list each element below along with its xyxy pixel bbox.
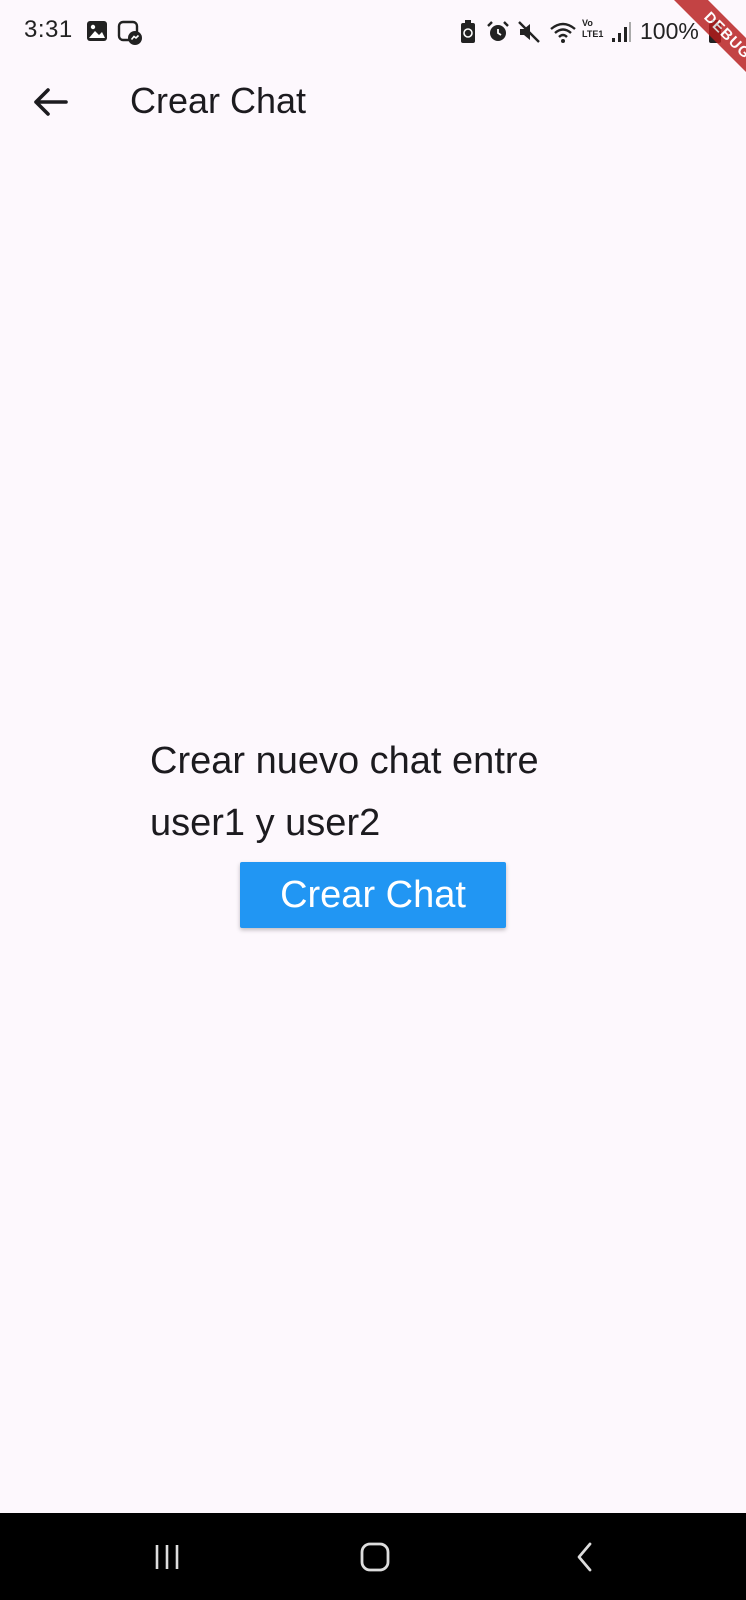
create-chat-button[interactable]: Crear Chat [240,862,506,928]
wifi-icon [550,22,576,43]
home-icon [360,1542,390,1572]
volte-icon: Vo LTE1 [582,18,608,46]
battery-saver-icon [461,20,475,43]
create-chat-prompt: Crear nuevo chat entre user1 y user2 [150,740,539,844]
system-back-button[interactable] [556,1533,616,1581]
mute-icon [518,21,540,43]
status-time: 3:31 [24,16,73,43]
gallery-icon [87,21,107,41]
back-button[interactable] [22,74,78,130]
volte-label: Vo [582,18,593,28]
lte-label: LTE1 [582,29,604,39]
alarm-icon [487,21,509,41]
signal-icon [612,22,631,42]
navigation-bar [0,1513,746,1600]
back-icon [577,1542,592,1572]
battery-percent: 100% [640,18,699,44]
messenger-icon [117,20,142,45]
app-bar: Crear Chat [0,66,746,138]
home-button[interactable] [345,1533,405,1581]
status-bar: 3:31 Vo LTE1 100% [0,0,746,66]
page-title: Crear Chat [130,80,307,121]
arrow-back-icon [34,88,68,116]
recent-apps-icon [155,1545,179,1569]
recent-apps-button[interactable] [137,1533,197,1581]
